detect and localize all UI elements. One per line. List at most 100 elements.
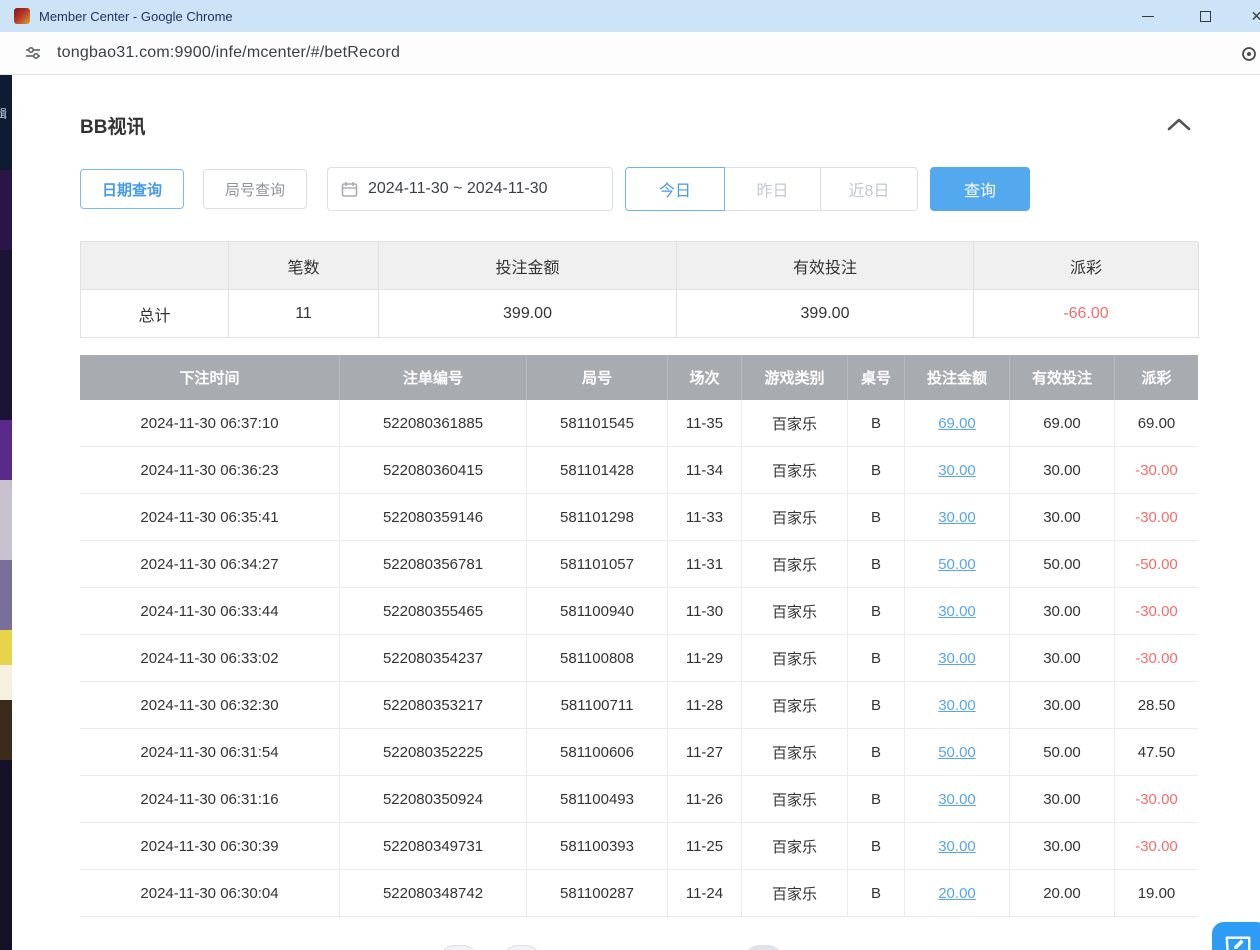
date-query-button[interactable]: 日期查询 [80,169,184,209]
cell-session: 11-34 [668,447,742,493]
cell-round-no: 581100606 [527,729,668,775]
cell-game-type: 百家乐 [742,400,848,446]
cell-bet-id: 522080360415 [340,447,527,493]
browser-side-panel-icon[interactable] [1241,46,1257,67]
table-row: 2024-11-30 06:37:10522080361885581101545… [80,400,1198,447]
col-header-table-no: 桌号 [848,355,905,400]
cell-bet-time: 2024-11-30 06:35:41 [80,494,340,540]
chat-button[interactable] [1212,922,1260,950]
date-range-picker[interactable]: 2024-11-30 ~ 2024-11-30 [327,167,613,211]
section-title: BB视讯 [80,112,145,139]
bet-amount-link[interactable]: 69.00 [938,415,976,432]
pagination-prev-button[interactable] [440,945,477,950]
cell-valid-bet: 30.00 [1010,682,1115,728]
cell-session: 11-29 [668,635,742,681]
bg-segment [0,760,12,950]
minimize-button[interactable] [1133,0,1163,32]
cell-table-no: B [848,729,905,775]
bet-amount-link[interactable]: 50.00 [938,744,976,761]
cell-round-no: 581101428 [527,447,668,493]
cell-bet-time: 2024-11-30 06:36:23 [80,447,340,493]
site-settings-icon[interactable] [24,44,42,62]
cell-bet-amount: 50.00 [905,541,1010,587]
cell-game-type: 百家乐 [742,870,848,916]
cell-session: 11-33 [668,494,742,540]
bet-amount-link[interactable]: 30.00 [938,509,976,526]
bet-amount-link[interactable]: 30.00 [938,791,976,808]
cell-table-no: B [848,776,905,822]
cell-valid-bet: 50.00 [1010,541,1115,587]
cell-valid-bet: 30.00 [1010,588,1115,634]
cell-payout: 28.50 [1115,682,1198,728]
col-header-bet-time: 下注时间 [80,355,340,400]
cell-bet-time: 2024-11-30 06:33:44 [80,588,340,634]
cell-payout: 19.00 [1115,870,1198,916]
cell-game-type: 百家乐 [742,776,848,822]
cell-game-type: 百家乐 [742,635,848,681]
bg-segment [0,250,12,420]
table-row: 2024-11-30 06:31:54522080352225581100606… [80,729,1198,776]
cell-bet-id: 522080350924 [340,776,527,822]
cell-game-type: 百家乐 [742,588,848,634]
cell-table-no: B [848,447,905,493]
bet-amount-link[interactable]: 50.00 [938,556,976,573]
cell-bet-amount: 30.00 [905,447,1010,493]
cell-table-no: B [848,823,905,869]
cell-round-no: 581100393 [527,823,668,869]
cell-session: 11-31 [668,541,742,587]
cell-payout: -30.00 [1115,494,1198,540]
bet-amount-link[interactable]: 30.00 [938,838,976,855]
cell-round-no: 581100940 [527,588,668,634]
pagination-next-button[interactable] [745,945,782,950]
cell-session: 11-35 [668,400,742,446]
bet-amount-link[interactable]: 30.00 [938,462,976,479]
cell-session: 11-26 [668,776,742,822]
summary-table: 笔数 投注金额 有效投注 派彩 总计 11 399.00 399.00 -66.… [80,241,1198,338]
cell-bet-id: 522080361885 [340,400,527,446]
maximize-button[interactable] [1190,0,1220,32]
cell-round-no: 581100808 [527,635,668,681]
cell-bet-amount: 30.00 [905,588,1010,634]
cell-bet-amount: 20.00 [905,870,1010,916]
bet-amount-link[interactable]: 20.00 [938,885,976,902]
collapse-section-button[interactable] [1166,117,1192,133]
calendar-icon [341,181,358,198]
summary-header-count: 笔数 [229,242,379,290]
cell-valid-bet: 69.00 [1010,400,1115,446]
bet-amount-link[interactable]: 30.00 [938,603,976,620]
cell-payout: -30.00 [1115,776,1198,822]
pagination-page-button[interactable] [503,945,540,950]
bet-amount-link[interactable]: 30.00 [938,650,976,667]
maximize-icon [1200,11,1211,22]
summary-valid-value: 399.00 [677,290,974,338]
cell-bet-amount: 30.00 [905,494,1010,540]
cell-valid-bet: 30.00 [1010,494,1115,540]
cell-payout: -30.00 [1115,588,1198,634]
bet-record-page: BB视讯 日期查询 局号查询 2024-11-30 ~ 2024-11-30 今… [12,75,1260,950]
browser-urlbar: tongbao31.com:9900/infe/mcenter/#/betRec… [0,32,1260,75]
close-button[interactable]: ✕ [1247,0,1260,32]
summary-bet-value: 399.00 [379,290,677,338]
today-button[interactable]: 今日 [625,167,725,211]
summary-count-value: 11 [229,290,379,338]
round-query-button[interactable]: 局号查询 [203,169,307,209]
cell-session: 11-24 [668,870,742,916]
chat-icon [1222,932,1254,950]
cell-bet-id: 522080354237 [340,635,527,681]
table-row: 2024-11-30 06:34:27522080356781581101057… [80,541,1198,588]
bg-segment [0,560,12,630]
bg-segment [0,480,12,560]
cell-bet-id: 522080356781 [340,541,527,587]
address-bar[interactable]: tongbao31.com:9900/infe/mcenter/#/betRec… [57,44,400,62]
table-row: 2024-11-30 06:31:16522080350924581100493… [80,776,1198,823]
cell-table-no: B [848,541,905,587]
yesterday-button[interactable]: 昨日 [724,167,821,211]
cell-bet-time: 2024-11-30 06:33:02 [80,635,340,681]
table-row: 2024-11-30 06:30:39522080349731581100393… [80,823,1198,870]
bet-amount-link[interactable]: 30.00 [938,697,976,714]
background-edge-text: 辑 [0,105,7,122]
search-button[interactable]: 查询 [930,167,1030,211]
close-icon: ✕ [1251,8,1260,25]
last-8-days-button[interactable]: 近8日 [820,167,918,211]
table-row: 2024-11-30 06:33:44522080355465581100940… [80,588,1198,635]
